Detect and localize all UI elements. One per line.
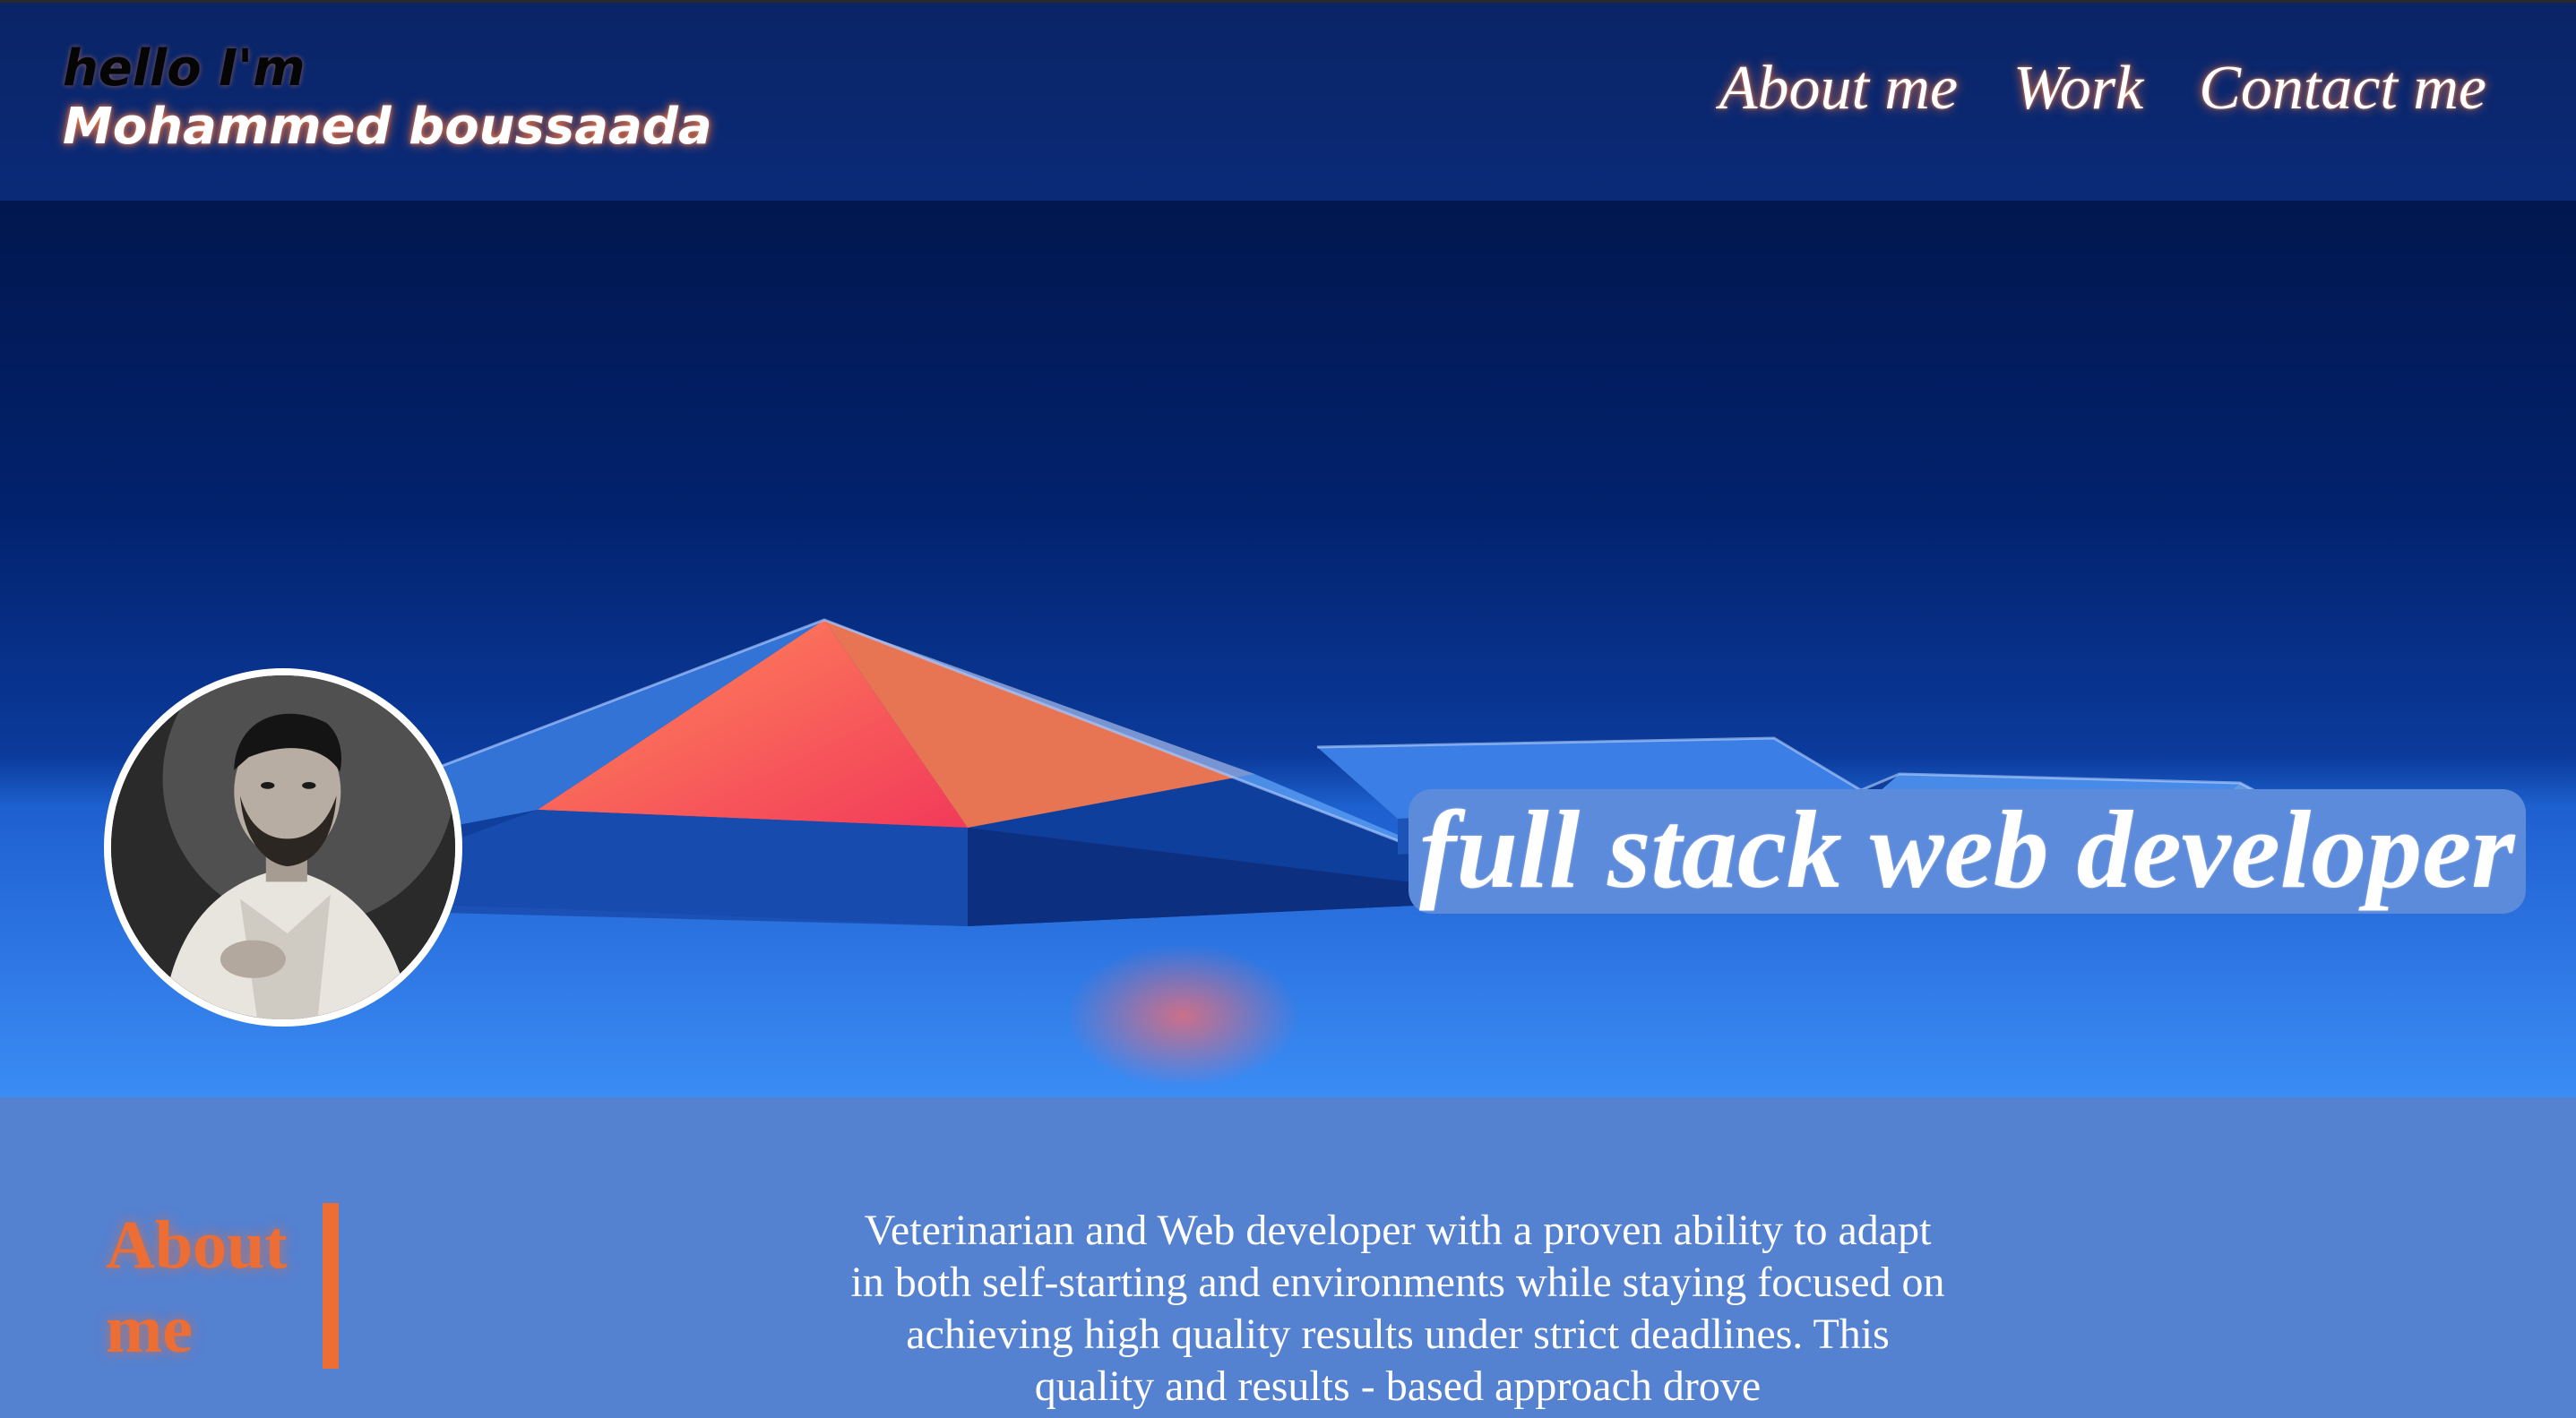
about-section: About me Veterinarian and Web developer …	[0, 1097, 2576, 1418]
about-text: Veterinarian and Web developer with a pr…	[850, 1207, 1945, 1410]
nav-about-me[interactable]: About me	[1719, 53, 1958, 125]
about-title: About me	[106, 1207, 288, 1367]
nav-contact-me[interactable]: Contact me	[2199, 53, 2486, 125]
profile-avatar	[104, 668, 462, 1027]
nav-work[interactable]: Work	[2013, 53, 2143, 125]
hero-headline: full stack web developer	[1409, 789, 2526, 914]
greeting-text: hello I'm	[63, 39, 306, 98]
hero-section: full stack web developer	[0, 201, 2576, 1097]
main-nav: About me Work Contact me	[1719, 53, 2486, 125]
owner-name: Mohammed boussaada	[63, 97, 712, 156]
site-header: hello I'm Mohammed boussaada About me Wo…	[0, 0, 2576, 201]
profile-photo	[111, 675, 455, 1019]
brand: hello I'm Mohammed boussaada	[63, 39, 712, 157]
portfolio-page: hello I'm Mohammed boussaada About me Wo…	[0, 0, 2576, 1418]
about-divider	[323, 1203, 339, 1369]
